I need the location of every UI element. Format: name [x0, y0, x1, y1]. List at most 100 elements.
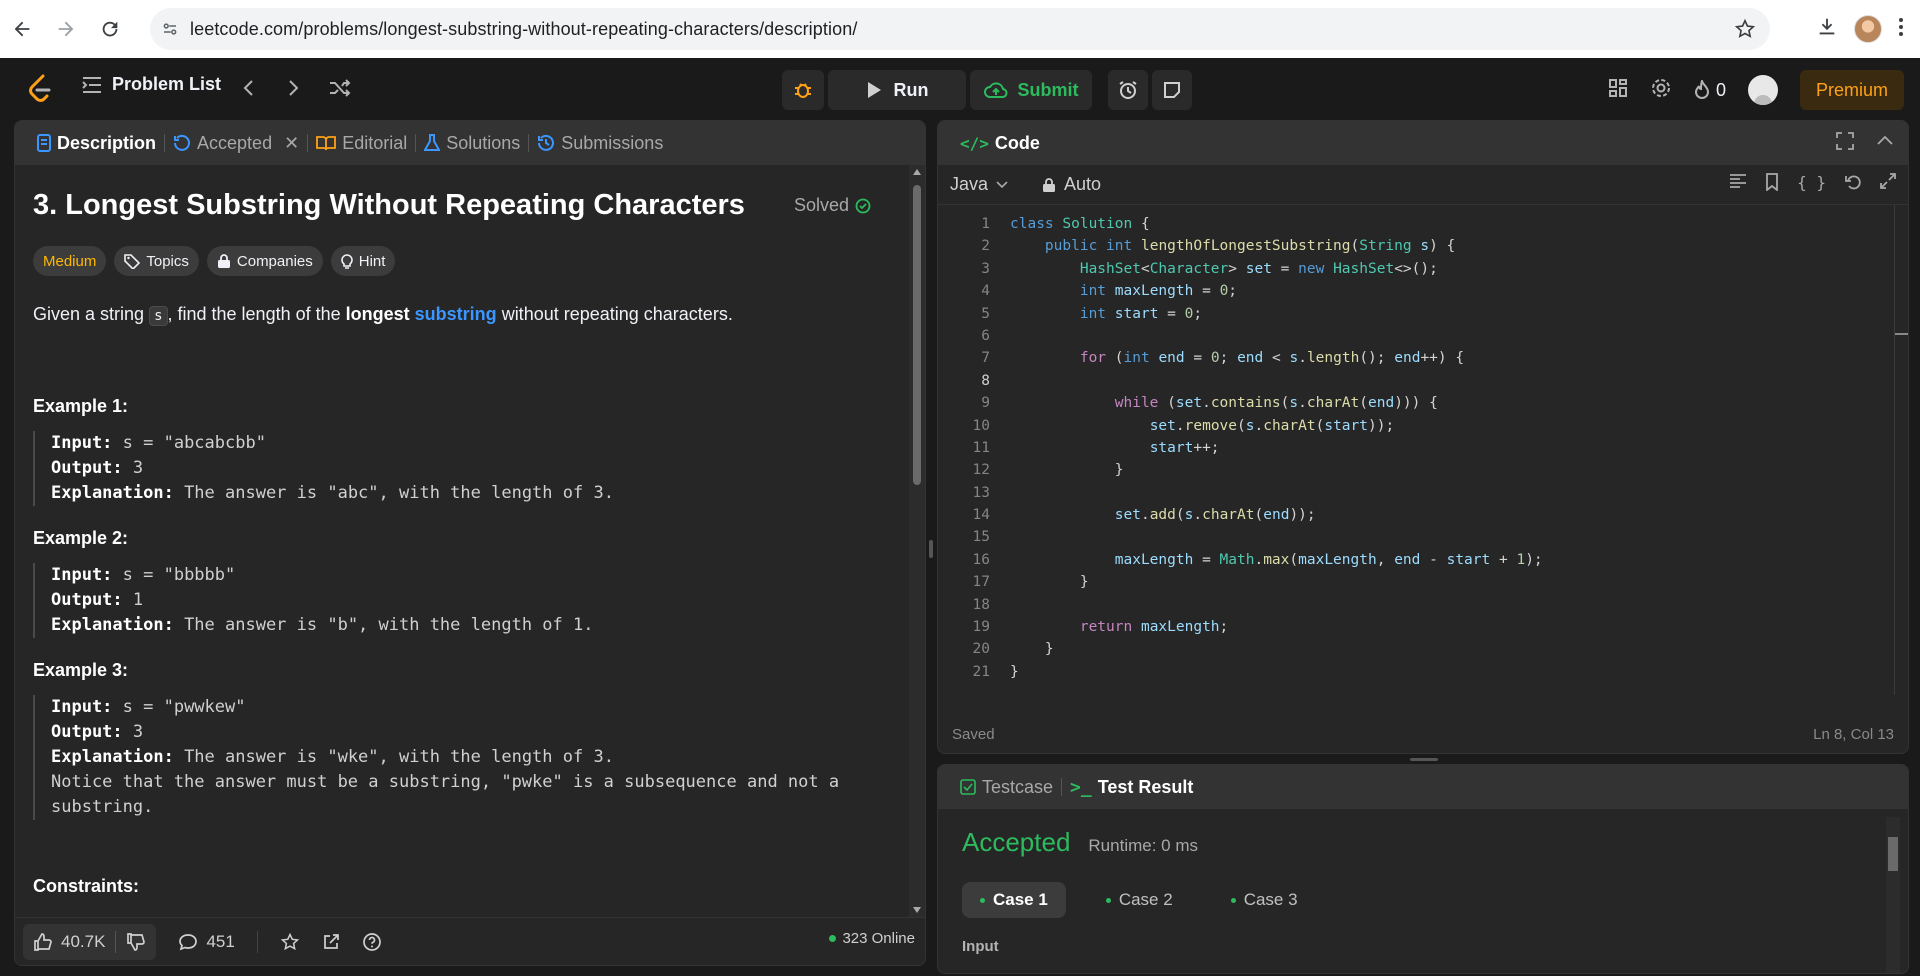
problem-statement: Given a string s, find the length of the…: [33, 300, 893, 330]
submit-button[interactable]: Submit: [970, 70, 1092, 110]
code-line[interactable]: 2 public int lengthOfLongestSubstring(St…: [938, 235, 1908, 257]
collapse-chevron-up-icon[interactable]: [1876, 132, 1894, 155]
browser-profile-avatar[interactable]: [1854, 15, 1882, 43]
site-info-icon[interactable]: [150, 20, 190, 38]
browser-menu-icon[interactable]: [1898, 17, 1904, 42]
notes-button[interactable]: [1152, 70, 1192, 110]
reset-undo-icon[interactable]: [1844, 173, 1862, 196]
example-3: Example 3: Input: s = "pwwkew" Output: 3…: [33, 660, 893, 820]
line-number: 11: [972, 439, 990, 456]
code-line[interactable]: 17 }: [938, 571, 1908, 593]
vertical-splitter-handle[interactable]: [929, 540, 933, 558]
code-line[interactable]: 18: [938, 594, 1908, 616]
line-number: 14: [972, 507, 990, 524]
code-line[interactable]: 11 start++;: [938, 437, 1908, 459]
curly-braces-icon[interactable]: { }: [1797, 173, 1826, 196]
document-icon: [37, 134, 51, 152]
line-number: 18: [972, 596, 990, 613]
reload-icon[interactable]: [88, 7, 132, 51]
problem-title[interactable]: 3. Longest Substring Without Repeating C…: [33, 189, 745, 222]
next-problem-chevron-right-icon[interactable]: [282, 76, 306, 100]
alarm-clock-icon: [1119, 81, 1137, 99]
tab-description[interactable]: Description: [29, 121, 164, 165]
tab-solutions[interactable]: Solutions: [416, 121, 528, 165]
companies-chip[interactable]: Companies: [206, 246, 323, 276]
editor-scrollbar[interactable]: [1894, 205, 1908, 695]
download-icon[interactable]: [1816, 16, 1838, 43]
bookmark-icon[interactable]: [1765, 173, 1779, 196]
code-line[interactable]: 3 HashSet<Character> set = new HashSet<>…: [938, 258, 1908, 280]
case-tab-1[interactable]: Case 1: [962, 882, 1066, 918]
fullscreen-expand-icon[interactable]: [1880, 173, 1896, 196]
tab-editorial-label: Editorial: [342, 132, 408, 153]
forward-icon[interactable]: [44, 7, 88, 51]
language-select[interactable]: Java: [950, 174, 1008, 195]
close-tab-icon[interactable]: ✕: [284, 133, 299, 154]
tab-submissions[interactable]: Submissions: [529, 121, 671, 165]
comments-count: 451: [206, 931, 235, 951]
leetcode-logo-icon[interactable]: [26, 74, 54, 104]
tab-editorial[interactable]: Editorial: [308, 121, 415, 165]
dislike-button[interactable]: [116, 932, 156, 952]
topics-chip[interactable]: Topics: [114, 246, 199, 276]
problem-list-link[interactable]: Problem List: [82, 74, 221, 95]
random-shuffle-icon[interactable]: [328, 76, 352, 100]
tab-code[interactable]: </> Code: [952, 121, 1048, 165]
leetcode-navbar: Problem List Run Submit 0 Premium: [0, 58, 1920, 120]
maximize-icon[interactable]: [1836, 131, 1854, 155]
back-icon[interactable]: [0, 7, 44, 51]
code-line[interactable]: 21}: [938, 661, 1908, 683]
input-section-label: Input: [962, 938, 999, 955]
address-bar[interactable]: leetcode.com/problems/longest-substring-…: [150, 8, 1770, 50]
code-line[interactable]: 16 maxLength = Math.max(maxLength, end -…: [938, 549, 1908, 571]
run-button[interactable]: Run: [828, 70, 966, 110]
code-line[interactable]: 9 while (set.contains(s.charAt(end))) {: [938, 392, 1908, 414]
code-line[interactable]: 19 return maxLength;: [938, 616, 1908, 638]
code-line[interactable]: 7 for (int end = 0; end < s.length(); en…: [938, 347, 1908, 369]
line-number: 8: [981, 372, 990, 389]
hint-chip[interactable]: Hint: [330, 246, 396, 276]
code-line[interactable]: 10 set.remove(s.charAt(start));: [938, 415, 1908, 437]
code-line[interactable]: 14 set.add(s.charAt(end));: [938, 504, 1908, 526]
substring-link[interactable]: substring: [415, 304, 497, 324]
case-tab-3[interactable]: Case 3: [1213, 882, 1316, 918]
autocomplete-toggle[interactable]: Auto: [1042, 174, 1101, 195]
result-scrollbar[interactable]: [1886, 817, 1900, 973]
code-line[interactable]: 13: [938, 482, 1908, 504]
comments-button[interactable]: 451: [178, 931, 235, 952]
code-line[interactable]: 8: [938, 370, 1908, 392]
favorite-button[interactable]: [280, 932, 300, 952]
code-editor[interactable]: 1 class Solution {2 public int lengthOfLo…: [938, 205, 1908, 695]
code-line[interactable]: 15: [938, 526, 1908, 548]
horizontal-splitter-handle[interactable]: [1410, 758, 1438, 761]
code-line[interactable]: 12 }: [938, 459, 1908, 481]
description-scrollbar[interactable]: [909, 165, 925, 917]
code-line[interactable]: 4 int maxLength = 0;: [938, 280, 1908, 302]
timer-button[interactable]: [1108, 70, 1148, 110]
share-button[interactable]: [322, 933, 340, 951]
user-avatar[interactable]: [1747, 75, 1778, 105]
tab-test-result[interactable]: >_ Test Result: [1062, 765, 1201, 809]
prev-problem-chevron-left-icon[interactable]: [236, 76, 260, 100]
input-label: Input:: [51, 565, 113, 585]
streak-counter[interactable]: 0: [1694, 80, 1726, 101]
premium-button[interactable]: Premium: [1799, 70, 1904, 110]
layout-grid-icon[interactable]: [1608, 78, 1628, 103]
bookmark-star-icon[interactable]: [1734, 18, 1756, 45]
output-label: Output:: [51, 590, 123, 610]
like-button[interactable]: 40.7K: [23, 932, 115, 952]
format-align-icon[interactable]: [1729, 173, 1747, 196]
code-line[interactable]: 20 }: [938, 638, 1908, 660]
code-line[interactable]: 1 class Solution {: [938, 213, 1908, 235]
settings-gear-icon[interactable]: [1650, 77, 1672, 104]
code-line[interactable]: 6: [938, 325, 1908, 347]
code-line[interactable]: 5 int start = 0;: [938, 303, 1908, 325]
tab-testcase[interactable]: Testcase: [952, 765, 1061, 809]
case-tab-2[interactable]: Case 2: [1088, 882, 1191, 918]
difficulty-badge: Medium: [33, 246, 107, 276]
tab-accepted[interactable]: Accepted ✕: [165, 121, 307, 165]
line-number: 9: [981, 395, 990, 412]
feedback-button[interactable]: [362, 932, 382, 952]
debug-button[interactable]: [782, 70, 824, 110]
